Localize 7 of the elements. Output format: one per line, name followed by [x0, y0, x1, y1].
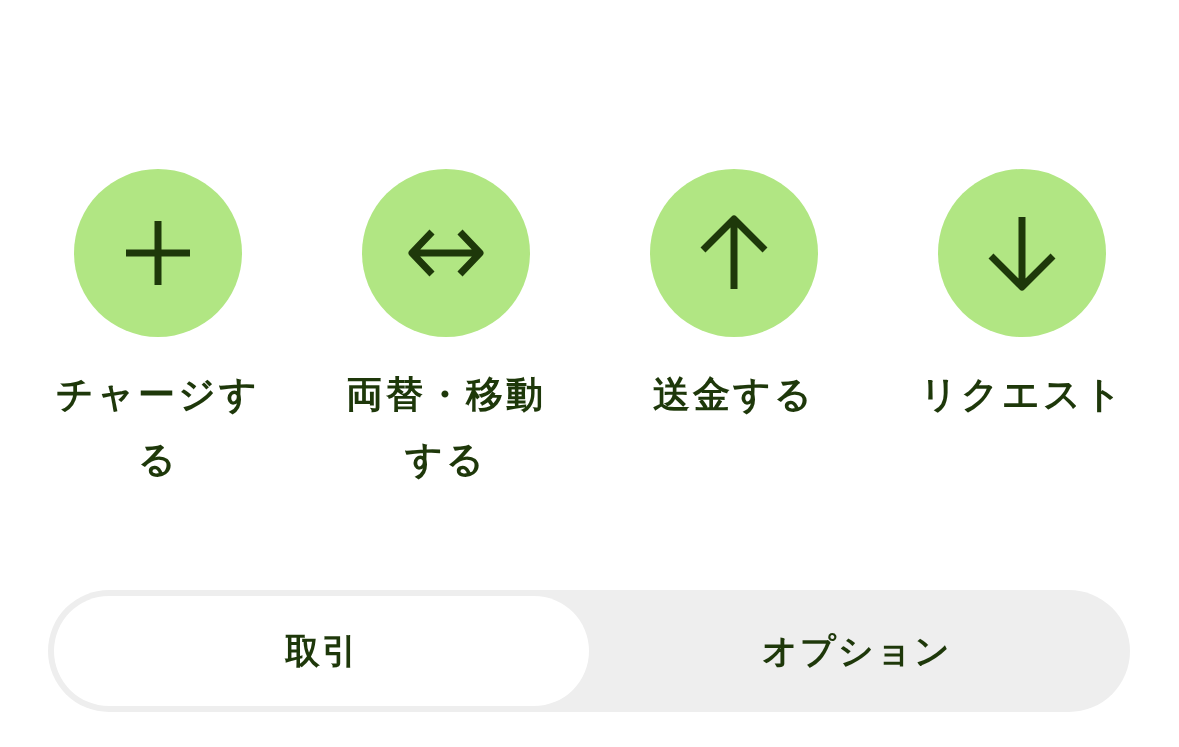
plus-icon	[74, 169, 242, 337]
tab[interactable]: 取引	[54, 596, 589, 706]
action-button[interactable]: 送金する	[622, 169, 846, 427]
action-button[interactable]: 両替・移動する	[334, 169, 558, 492]
tab[interactable]: オプション	[589, 596, 1124, 706]
action-button[interactable]: チャージする	[46, 169, 270, 492]
action-button[interactable]: リクエスト	[910, 169, 1134, 427]
